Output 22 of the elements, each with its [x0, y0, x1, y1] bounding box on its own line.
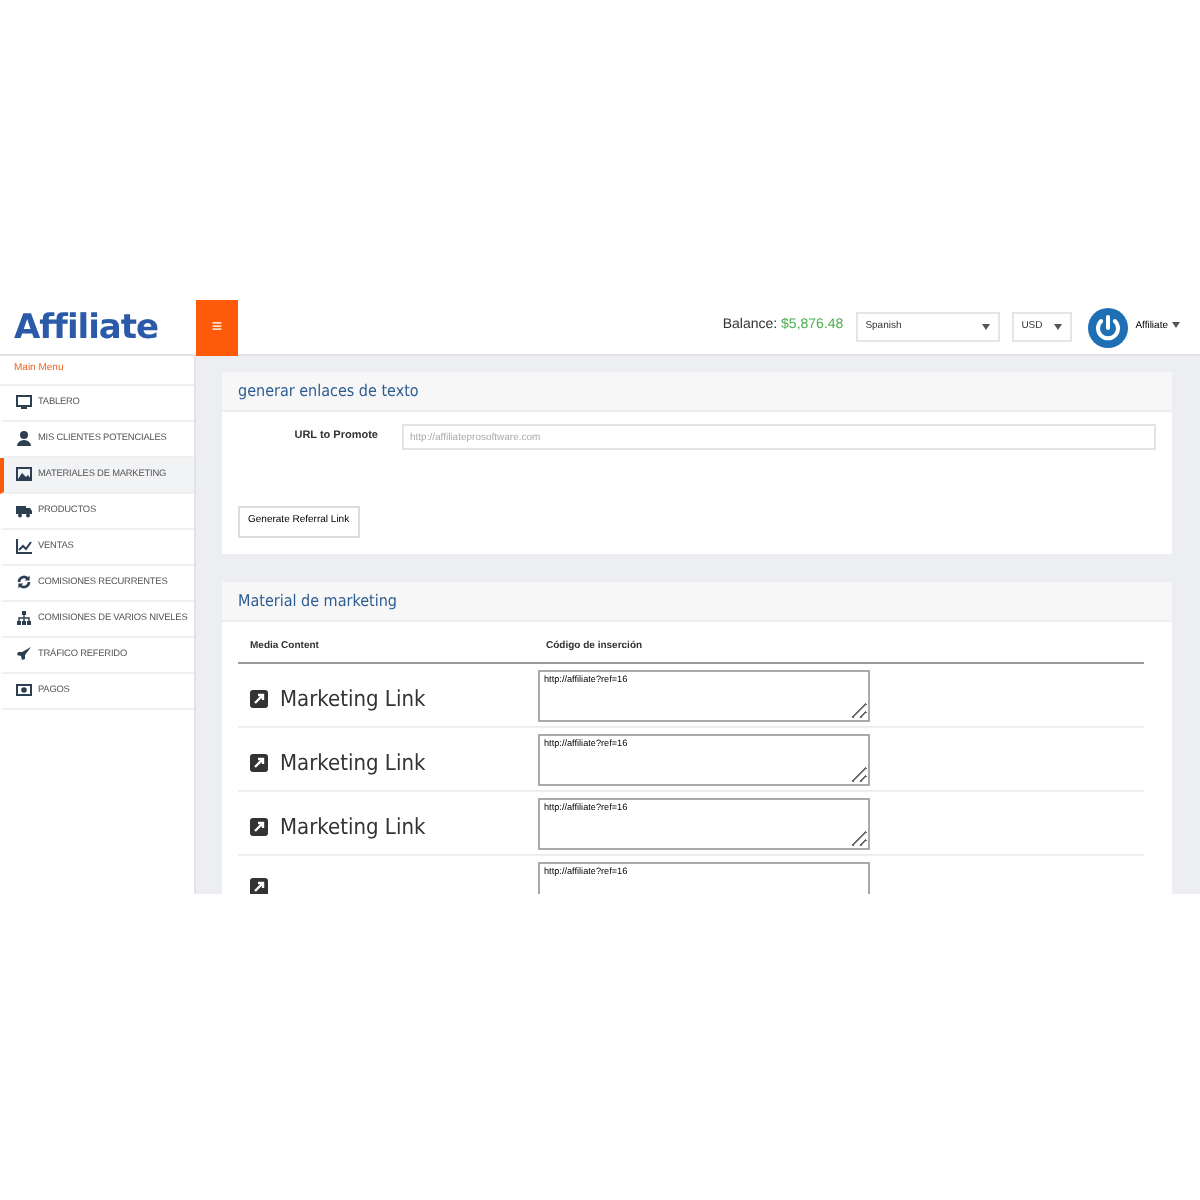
- refresh-icon: [16, 574, 32, 590]
- caret-icon: [981, 324, 990, 330]
- media-label: Marketing Link: [280, 814, 426, 840]
- rocket-icon: [16, 646, 32, 662]
- monitor-icon: [16, 394, 32, 410]
- logo: Affiliate: [12, 307, 161, 347]
- media-label: Marketing Link: [280, 686, 426, 712]
- panel-title: Material de marketing: [222, 581, 1172, 621]
- external-link-icon: [250, 818, 268, 836]
- user-icon: [16, 430, 32, 446]
- line-chart-icon: [16, 538, 32, 554]
- power-avatar-icon[interactable]: [1087, 307, 1128, 347]
- panel-title: generar enlaces de texto: [222, 372, 1172, 412]
- external-link-icon: [250, 754, 268, 772]
- caret-icon: [1172, 321, 1180, 328]
- truck-icon: [16, 502, 32, 518]
- caret-icon: [1053, 324, 1062, 330]
- image-icon: [16, 466, 32, 482]
- external-link-icon: [250, 690, 268, 708]
- media-label: Marketing Link: [280, 750, 426, 776]
- banknote-icon: [16, 682, 32, 698]
- hierarchy-icon: [16, 610, 32, 626]
